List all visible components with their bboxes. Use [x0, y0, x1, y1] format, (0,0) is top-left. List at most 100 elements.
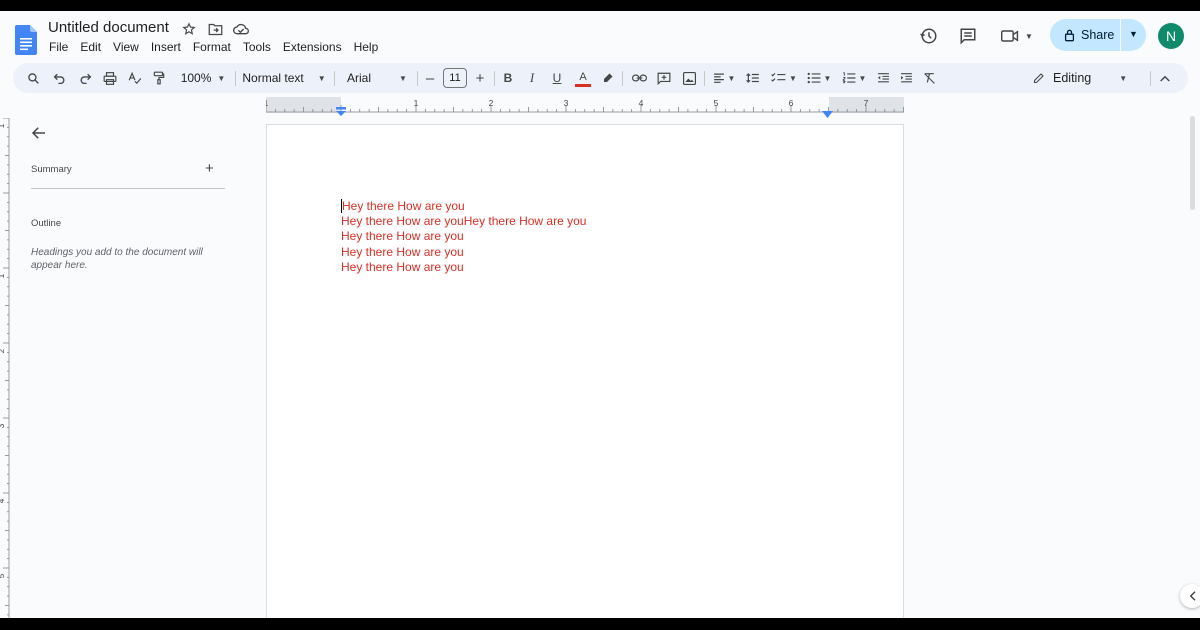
- meet-video-icon[interactable]: ▼: [1000, 26, 1034, 46]
- menu-file[interactable]: File: [48, 40, 74, 54]
- chevron-down-icon: ▼: [399, 73, 407, 83]
- menu-edit[interactable]: Edit: [74, 40, 107, 54]
- horizontal-ruler[interactable]: 1 1 2 3 4 5 6 7: [264, 97, 904, 113]
- numbered-list-dropdown[interactable]: ▼: [839, 63, 869, 93]
- docs-logo-icon[interactable]: [15, 25, 37, 55]
- top-border: [0, 0, 1200, 11]
- insert-link-icon[interactable]: [629, 63, 649, 93]
- left-indent-marker-icon[interactable]: [335, 103, 347, 121]
- document-line[interactable]: Hey there How are youHey there How are y…: [341, 214, 586, 229]
- add-summary-plus-icon[interactable]: +: [205, 160, 214, 177]
- insert-image-icon[interactable]: [679, 63, 699, 93]
- line-spacing-icon[interactable]: [743, 63, 763, 93]
- document-line[interactable]: Hey there How are you: [341, 199, 586, 214]
- ruler-label: 1: [414, 98, 419, 108]
- clear-formatting-icon[interactable]: [920, 63, 938, 93]
- ruler-label: 1: [0, 273, 6, 278]
- style-value: Normal text: [242, 71, 304, 85]
- print-icon[interactable]: [100, 63, 120, 93]
- font-value: Arial: [347, 71, 372, 85]
- hide-menus-chevron-up-icon[interactable]: [1156, 63, 1174, 93]
- search-menus-icon[interactable]: [23, 63, 43, 93]
- decrease-indent-icon[interactable]: [874, 63, 892, 93]
- menu-format[interactable]: Format: [187, 40, 237, 54]
- comments-icon[interactable]: [958, 26, 978, 46]
- version-history-icon[interactable]: [919, 26, 939, 46]
- ruler-label: 2: [0, 348, 6, 353]
- chevron-down-icon: ▼: [858, 73, 867, 83]
- lock-icon: [1064, 29, 1075, 42]
- document-line[interactable]: Hey there How are you: [341, 229, 586, 244]
- vertical-scrollbar[interactable]: [1190, 116, 1195, 210]
- editing-mode-dropdown[interactable]: Editing ▼: [1033, 63, 1133, 93]
- outline-hint: Headings you add to the document will ap…: [31, 247, 203, 271]
- summary-divider: [31, 188, 225, 189]
- move-folder-icon[interactable]: [206, 20, 224, 38]
- ruler-label: 4: [0, 498, 6, 503]
- chevron-down-icon: ▼: [1119, 73, 1128, 83]
- ruler-label: 2: [489, 98, 494, 108]
- ruler-label: 3: [564, 98, 569, 108]
- chevron-down-icon: ▼: [217, 73, 226, 83]
- share-label: Share: [1081, 28, 1115, 42]
- ruler-label: 1: [0, 123, 6, 128]
- paragraph-style-dropdown[interactable]: Normal text ▼: [239, 63, 329, 93]
- checklist-dropdown[interactable]: ▼: [769, 63, 799, 93]
- redo-icon[interactable]: [75, 63, 95, 93]
- menu-extensions[interactable]: Extensions: [277, 40, 348, 54]
- menu-view[interactable]: View: [107, 40, 145, 54]
- ruler-label: 5: [714, 98, 719, 108]
- bold-button[interactable]: B: [499, 63, 517, 93]
- font-dropdown[interactable]: Arial ▼: [343, 63, 413, 93]
- highlight-pen-icon[interactable]: [599, 63, 617, 93]
- ruler-label: 3: [0, 423, 6, 428]
- chevron-down-icon: ▼: [317, 73, 326, 83]
- side-panel-toggle-chevron-left-icon[interactable]: [1180, 584, 1200, 608]
- menu-tools[interactable]: Tools: [237, 40, 277, 54]
- align-dropdown[interactable]: ▼: [710, 63, 738, 93]
- avatar[interactable]: N: [1158, 23, 1184, 49]
- pencil-icon: [1033, 73, 1044, 84]
- cloud-saved-icon[interactable]: [232, 20, 250, 38]
- document-body[interactable]: Hey there How are you Hey there How are …: [341, 199, 586, 275]
- share-button[interactable]: Share ▼: [1050, 19, 1146, 51]
- editing-mode-value: Editing: [1053, 71, 1092, 85]
- menu-bar: File Edit View Insert Format Tools Exten…: [48, 40, 384, 54]
- ruler-label: 1: [266, 98, 269, 108]
- document-title[interactable]: Untitled document: [48, 19, 169, 36]
- font-size-input[interactable]: 11: [443, 68, 467, 88]
- menu-help[interactable]: Help: [348, 40, 385, 54]
- undo-icon[interactable]: [49, 63, 69, 93]
- decrease-font-size-button[interactable]: –: [421, 63, 439, 93]
- increase-font-size-button[interactable]: +: [471, 63, 489, 93]
- summary-label: Summary: [31, 164, 72, 175]
- ruler-label: 7: [864, 98, 869, 108]
- chevron-down-icon: ▼: [823, 73, 832, 83]
- spelling-check-icon[interactable]: [125, 63, 145, 93]
- back-arrow-icon[interactable]: [30, 124, 50, 144]
- chevron-down-icon: ▼: [789, 73, 797, 83]
- underline-button[interactable]: U: [548, 63, 566, 93]
- zoom-dropdown[interactable]: 100% ▼: [175, 63, 231, 93]
- right-indent-marker-icon[interactable]: [822, 105, 833, 123]
- document-line[interactable]: Hey there How are you: [341, 245, 586, 260]
- add-comment-icon[interactable]: [654, 63, 674, 93]
- bulleted-list-dropdown[interactable]: ▼: [804, 63, 834, 93]
- ruler-label: 5: [0, 573, 6, 578]
- outline-label: Outline: [31, 218, 62, 229]
- star-icon[interactable]: [180, 20, 198, 38]
- text-color-swatch: [575, 83, 591, 87]
- bottom-border: [0, 618, 1200, 630]
- toolbar: 100% ▼ Normal text ▼ Arial ▼ – 11 + B I U A…: [13, 63, 1188, 93]
- paint-format-icon[interactable]: [149, 63, 169, 93]
- italic-button[interactable]: I: [523, 63, 541, 93]
- vertical-ruler[interactable]: 1 1 2 3 4 5: [0, 117, 10, 618]
- ruler-label: 6: [789, 98, 794, 108]
- menu-insert[interactable]: Insert: [145, 40, 187, 54]
- share-dropdown-icon[interactable]: ▼: [1129, 29, 1138, 39]
- document-line[interactable]: Hey there How are you: [341, 260, 586, 275]
- zoom-value: 100%: [180, 71, 212, 85]
- increase-indent-icon[interactable]: [897, 63, 915, 93]
- chevron-down-icon: ▼: [727, 73, 736, 83]
- text-color-button[interactable]: A: [573, 63, 593, 93]
